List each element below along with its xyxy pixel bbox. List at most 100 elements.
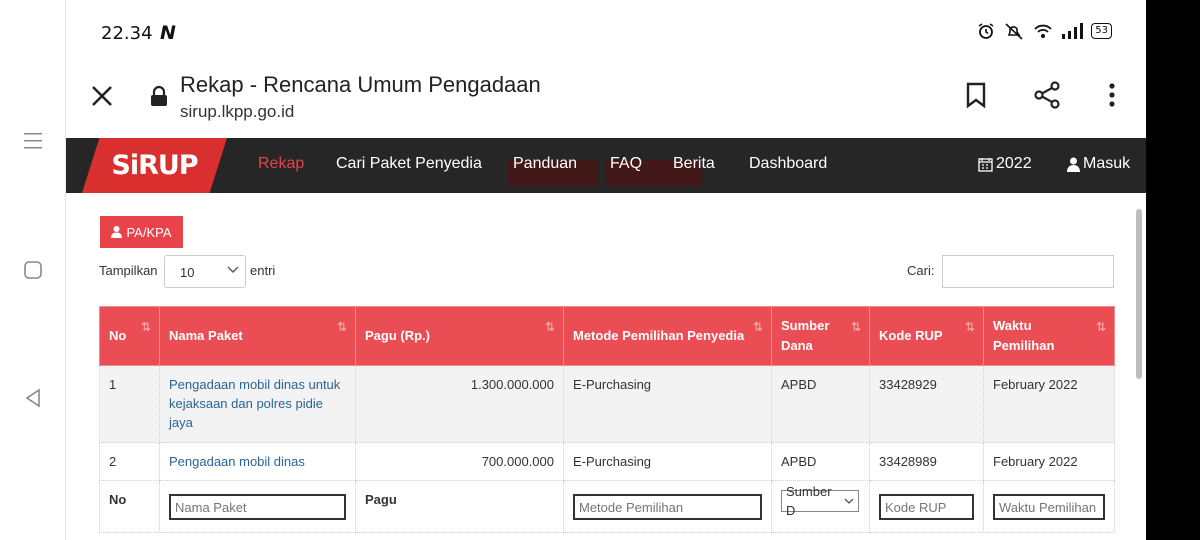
nav-login-label: Masuk: [1083, 155, 1131, 172]
mute-icon: [1005, 23, 1023, 40]
page-url[interactable]: sirup.lkpp.go.id: [180, 102, 294, 122]
filter-sumber-dana-select[interactable]: Sumber D: [781, 484, 859, 518]
cell-kode-rup: 33428929: [869, 365, 984, 443]
filter-pagu-label: Pagu: [355, 480, 564, 533]
header-label: Sumber Dana: [781, 318, 830, 353]
more-menu-icon[interactable]: [1097, 80, 1127, 110]
nav-cari-paket-penyedia[interactable]: Cari Paket Penyedia: [336, 155, 482, 173]
entries-suffix-label: entri: [250, 263, 276, 278]
lock-icon: [150, 85, 168, 107]
table-row: 1 Pengadaan mobil dinas untuk kejaksaan …: [99, 365, 1115, 443]
cell-waktu: February 2022: [983, 442, 1115, 481]
home-icon[interactable]: [20, 257, 46, 283]
search-label: Cari:: [907, 263, 935, 278]
pa-kpa-button[interactable]: PA/KPA: [100, 216, 183, 248]
cell-sumber-dana: APBD: [771, 365, 870, 443]
alarm-icon: [978, 23, 994, 39]
cell-nama-paket: Pengadaan mobil dinas untuk kejaksaan da…: [159, 365, 356, 443]
nav-dashboard[interactable]: Dashboard: [749, 155, 827, 173]
cell-metode: E-Purchasing: [563, 365, 772, 443]
nav-year-label: 2022: [996, 155, 1032, 172]
chevron-down-icon: [844, 498, 854, 504]
filter-waktu-input[interactable]: [993, 494, 1105, 520]
filter-kode-cell: [869, 480, 984, 533]
cell-no: 1: [99, 365, 160, 443]
nav-faq[interactable]: FAQ: [610, 155, 642, 173]
browser-screen: 22.34 N 53 Rekap - Rencana Umum Pengadaa…: [66, 0, 1146, 540]
screen-edge: [1146, 0, 1200, 540]
header-label: Pagu (Rp.): [365, 328, 430, 343]
sort-icon: ⇅: [1095, 320, 1106, 334]
nav-berita[interactable]: Berita: [673, 155, 715, 173]
filter-sumber-cell: Sumber D: [771, 480, 870, 533]
rekap-table: No ⇅ Nama Paket ⇅ Pagu (Rp.) ⇅ Metode Pemil…: [99, 306, 1115, 533]
pa-kpa-label: PA/KPA: [126, 224, 172, 240]
filter-metode-cell: [563, 480, 772, 533]
battery-indicator: 53: [1091, 23, 1112, 39]
sort-icon: ⇅: [140, 320, 151, 334]
nav-year[interactable]: 2022: [978, 155, 1032, 173]
header-label: No: [109, 328, 127, 343]
cell-nama-paket: Pengadaan mobil dinas: [159, 442, 356, 481]
android-navigation-bar: [0, 0, 66, 540]
filter-metode-input[interactable]: [573, 494, 762, 520]
column-header-waktu-pemilihan[interactable]: Waktu Pemilihan ⇅: [983, 306, 1115, 366]
filter-no-label: No: [99, 480, 160, 533]
header-label: Nama Paket: [169, 328, 243, 343]
cell-waktu: February 2022: [983, 365, 1115, 443]
entries-per-page-select[interactable]: 10: [164, 255, 246, 288]
nav-panduan[interactable]: Panduan: [513, 155, 577, 173]
status-bar: 22.34 N 53: [66, 0, 1146, 66]
sort-icon: ⇅: [850, 320, 861, 334]
wifi-icon: [1034, 24, 1052, 38]
main-content: PA/KPA Tampilkan 10 entri Cari: No ⇅ Nama…: [66, 193, 1146, 540]
column-header-no[interactable]: No ⇅: [99, 306, 160, 366]
chevron-down-icon: [227, 266, 239, 273]
back-icon[interactable]: [20, 385, 46, 411]
column-header-kode-rup[interactable]: Kode RUP ⇅: [869, 306, 984, 366]
column-header-metode[interactable]: Metode Pemilihan Penyedia ⇅: [563, 306, 772, 366]
status-icons: 53: [977, 22, 1112, 40]
share-icon[interactable]: [1032, 80, 1062, 110]
column-header-pagu[interactable]: Pagu (Rp.) ⇅: [355, 306, 564, 366]
sort-icon: ⇅: [964, 320, 975, 334]
user-icon: [1067, 157, 1080, 172]
filter-kode-rup-input[interactable]: [879, 494, 974, 520]
cell-metode: E-Purchasing: [563, 442, 772, 481]
filter-nama-paket-input[interactable]: [169, 494, 346, 520]
paket-link[interactable]: Pengadaan mobil dinas untuk kejaksaan da…: [169, 377, 340, 430]
column-header-sumber-dana[interactable]: Sumber Dana ⇅: [771, 306, 870, 366]
table-filter-row: No Pagu Sumber D: [99, 480, 1115, 533]
show-entries-label: Tampilkan: [99, 263, 158, 278]
status-time: 22.34: [101, 23, 153, 44]
header-label: Kode RUP: [879, 328, 943, 343]
recent-apps-icon[interactable]: [20, 128, 46, 154]
cell-pagu: 700.000.000: [355, 442, 564, 481]
filter-nama-cell: [159, 480, 356, 533]
logo-text: SiRUP: [111, 150, 198, 181]
paket-link[interactable]: Pengadaan mobil dinas: [169, 454, 305, 469]
sirup-logo[interactable]: SiRUP: [82, 138, 227, 193]
cell-no: 2: [99, 442, 160, 481]
calendar-icon: [978, 157, 993, 172]
entries-per-page-value: 10: [180, 265, 195, 280]
bookmark-icon[interactable]: [961, 80, 991, 110]
cell-kode-rup: 33428989: [869, 442, 984, 481]
cell-sumber-dana: APBD: [771, 442, 870, 481]
nav-login[interactable]: Masuk: [1067, 155, 1130, 173]
nav-rekap[interactable]: Rekap: [258, 155, 304, 173]
notification-n-icon: N: [160, 22, 176, 44]
signal-icon: [1062, 23, 1084, 39]
user-icon: [111, 226, 123, 238]
column-header-nama-paket[interactable]: Nama Paket ⇅: [159, 306, 356, 366]
page-scrollbar[interactable]: [1136, 209, 1142, 379]
page-title: Rekap - Rencana Umum Pengadaan: [180, 72, 541, 97]
sort-icon: ⇅: [752, 320, 763, 334]
cell-pagu: 1.300.000.000: [355, 365, 564, 443]
table-row: 2 Pengadaan mobil dinas 700.000.000 E-Pu…: [99, 442, 1115, 481]
search-input[interactable]: [942, 255, 1114, 288]
close-icon[interactable]: [90, 84, 114, 108]
header-label: Metode Pemilihan Penyedia: [573, 328, 745, 343]
header-label: Waktu Pemilihan: [993, 318, 1055, 353]
filter-waktu-cell: [983, 480, 1115, 533]
